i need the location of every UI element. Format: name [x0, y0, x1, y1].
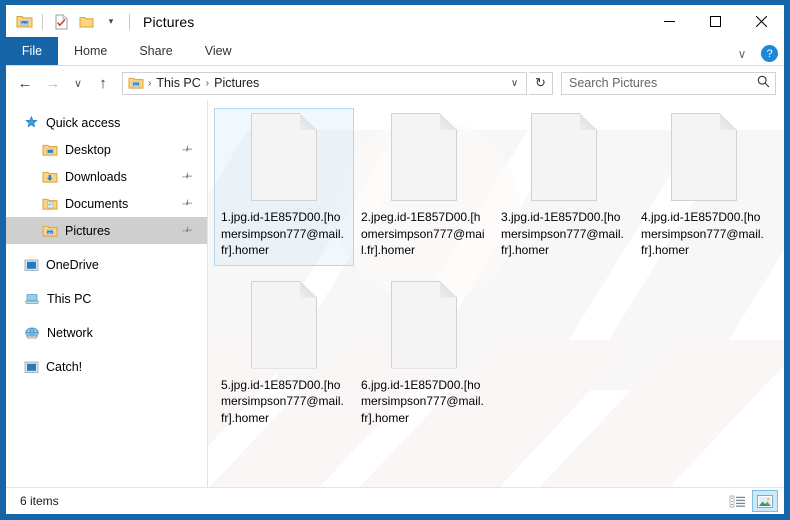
sidebar-item-this-pc[interactable]: This PC — [6, 285, 207, 312]
sidebar-item-label: Pictures — [65, 224, 110, 238]
pictures-folder-icon — [42, 224, 58, 238]
sidebar-item-quick-access[interactable]: Quick access — [6, 109, 207, 136]
file-item[interactable]: 1.jpg.id-1E857D00.[homersimpson777@mail.… — [214, 108, 354, 266]
large-icons-view-button[interactable] — [752, 490, 778, 512]
minimize-button[interactable] — [646, 5, 692, 38]
sidebar-item-label: This PC — [47, 292, 91, 306]
file-item[interactable]: 4.jpg.id-1E857D00.[homersimpson777@mail.… — [634, 108, 774, 266]
navigation-bar: ← → ∨ ↑ › This PC › Pictures ∨ ↻ Search … — [6, 66, 784, 100]
item-count-label: 6 items — [20, 494, 59, 508]
address-dropdown-chevron-icon[interactable]: ∨ — [505, 73, 524, 94]
desktop-folder-icon — [42, 143, 58, 157]
tab-home[interactable]: Home — [58, 37, 123, 65]
sidebar-item-documents[interactable]: Documents — [6, 190, 207, 217]
sidebar-group-gap-2 — [6, 278, 207, 285]
onedrive-icon — [24, 258, 39, 272]
quick-access-toolbar: ▾ — [14, 5, 133, 38]
ribbon-tab-strip: File Home Share View ∨ ? — [6, 38, 784, 66]
blank-document-icon — [391, 281, 457, 369]
pictures-folder-icon[interactable] — [14, 12, 34, 32]
close-button[interactable] — [738, 5, 784, 38]
navigation-pane: Quick access Desktop — [6, 100, 208, 487]
address-bar[interactable]: › This PC › Pictures ∨ — [122, 72, 527, 95]
ribbon-right-controls: ∨ ? — [733, 45, 778, 62]
blank-document-icon — [251, 281, 317, 369]
tab-view[interactable]: View — [189, 37, 248, 65]
blank-document-icon — [671, 113, 737, 201]
search-box[interactable]: Search Pictures — [561, 72, 776, 95]
forward-button-icon[interactable]: → — [40, 70, 66, 96]
file-item[interactable]: 6.jpg.id-1E857D00.[homersimpson777@mail.… — [354, 276, 494, 434]
status-bar: 6 items — [6, 487, 784, 514]
sidebar-item-downloads[interactable]: Downloads — [6, 163, 207, 190]
pin-icon[interactable] — [177, 222, 195, 240]
file-item[interactable]: 5.jpg.id-1E857D00.[homersimpson777@mail.… — [214, 276, 354, 434]
customize-toolbar-chevron-icon[interactable]: ▾ — [101, 12, 121, 32]
toolbar-separator-1 — [42, 14, 43, 30]
star-icon — [24, 115, 39, 130]
tab-file[interactable]: File — [6, 37, 58, 65]
pin-icon[interactable] — [177, 195, 195, 213]
sidebar-item-label: OneDrive — [46, 258, 99, 272]
breadcrumb-separator-1[interactable]: › — [204, 78, 211, 89]
tab-share[interactable]: Share — [123, 37, 188, 65]
file-name: 5.jpg.id-1E857D00.[homersimpson777@mail.… — [221, 377, 347, 427]
sidebar-item-pictures[interactable]: Pictures — [6, 217, 207, 244]
file-item[interactable]: 3.jpg.id-1E857D00.[homersimpson777@mail.… — [494, 108, 634, 266]
address-folder-icon — [128, 76, 144, 90]
file-name: 2.jpeg.id-1E857D00.[homersimpson777@mail… — [361, 209, 487, 259]
sidebar-item-desktop[interactable]: Desktop — [6, 136, 207, 163]
breadcrumb-separator-0[interactable]: › — [146, 78, 153, 89]
sidebar-item-network[interactable]: Network — [6, 319, 207, 346]
sidebar-item-label: Desktop — [65, 143, 111, 157]
recent-locations-chevron-icon[interactable]: ∨ — [68, 70, 88, 96]
sidebar-item-label: Documents — [65, 197, 128, 211]
window-body: Quick access Desktop — [6, 100, 784, 487]
title-bar: ▾ Pictures — [6, 5, 784, 38]
toolbar-separator-2 — [129, 14, 130, 30]
sidebar-item-label: Network — [47, 326, 93, 340]
search-icon[interactable] — [757, 75, 770, 91]
properties-icon[interactable] — [51, 12, 71, 32]
file-name: 3.jpg.id-1E857D00.[homersimpson777@mail.… — [501, 209, 627, 259]
maximize-button[interactable] — [692, 5, 738, 38]
search-input[interactable]: Search Pictures — [569, 76, 757, 90]
breadcrumb-pictures[interactable]: Pictures — [211, 74, 262, 93]
sidebar-item-onedrive[interactable]: OneDrive — [6, 251, 207, 278]
sidebar-item-catch[interactable]: Catch! — [6, 353, 207, 380]
network-icon — [24, 326, 40, 340]
window-controls — [646, 5, 784, 38]
pin-icon[interactable] — [177, 141, 195, 159]
sidebar-item-label: Catch! — [46, 360, 82, 374]
catch-drive-icon — [24, 360, 39, 374]
blank-document-icon — [531, 113, 597, 201]
refresh-button-icon[interactable]: ↻ — [529, 72, 553, 95]
sidebar-item-label: Downloads — [65, 170, 127, 184]
back-button-icon[interactable]: ← — [12, 70, 38, 96]
sidebar-item-label: Quick access — [46, 116, 120, 130]
file-name: 6.jpg.id-1E857D00.[homersimpson777@mail.… — [361, 377, 487, 427]
sidebar-group-gap-1 — [6, 244, 207, 251]
file-name: 1.jpg.id-1E857D00.[homersimpson777@mail.… — [221, 209, 347, 259]
file-grid: 1.jpg.id-1E857D00.[homersimpson777@mail.… — [214, 108, 784, 443]
sidebar-group-gap-4 — [6, 346, 207, 353]
blank-document-icon — [251, 113, 317, 201]
pin-icon[interactable] — [177, 168, 195, 186]
sidebar-group-gap-3 — [6, 312, 207, 319]
up-button-icon[interactable]: ↑ — [90, 70, 116, 96]
window-title: Pictures — [143, 14, 194, 30]
file-name: 4.jpg.id-1E857D00.[homersimpson777@mail.… — [641, 209, 767, 259]
file-list-pane[interactable]: 1.jpg.id-1E857D00.[homersimpson777@mail.… — [208, 100, 784, 487]
new-folder-icon[interactable] — [76, 12, 96, 32]
documents-folder-icon — [42, 197, 58, 211]
explorer-window: ▾ Pictures File Home Share View ∨ ? ← — [0, 0, 790, 520]
help-icon[interactable]: ? — [761, 45, 778, 62]
breadcrumb-this-pc[interactable]: This PC — [153, 74, 203, 93]
file-item[interactable]: 2.jpeg.id-1E857D00.[homersimpson777@mail… — [354, 108, 494, 266]
details-view-button[interactable] — [724, 490, 750, 512]
downloads-folder-icon — [42, 170, 58, 184]
this-pc-icon — [24, 292, 40, 306]
blank-document-icon — [391, 113, 457, 201]
expand-ribbon-chevron-icon[interactable]: ∨ — [733, 47, 751, 61]
